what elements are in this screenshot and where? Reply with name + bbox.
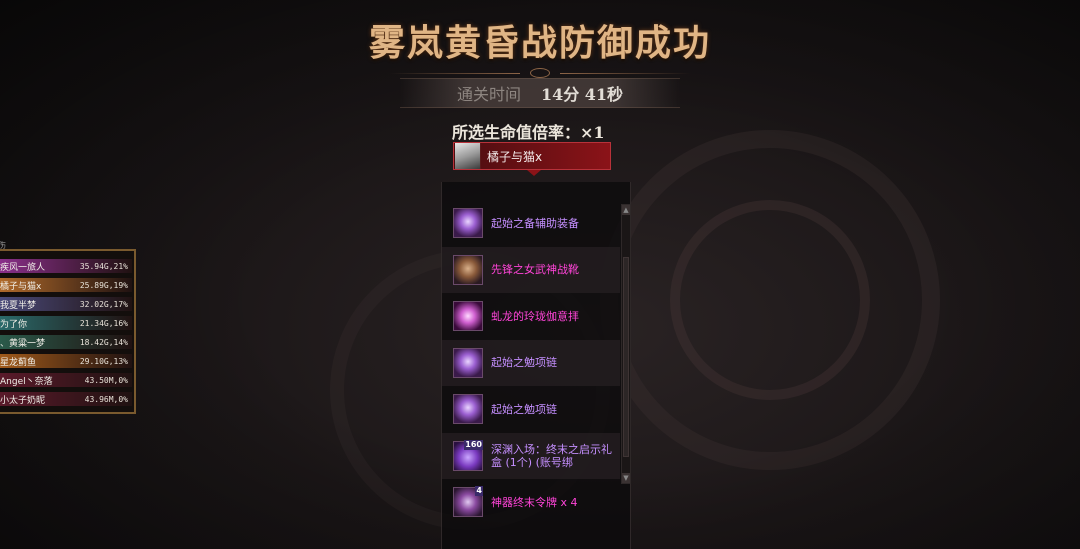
loot-item-name: 起始之勉项链: [491, 356, 557, 370]
loot-list: 起始之备辅助装备 先锋之女武神战靴 虬龙的玲珑伽意拝 起始之勉项链 起始之勉项链…: [442, 200, 620, 526]
loot-item[interactable]: 先锋之女武神战靴: [442, 246, 620, 293]
loot-item[interactable]: 160 深渊入场：终末之启示礼盒 (1个) (账号绑: [442, 432, 620, 479]
damage-player-name: 星龙蓟鱼: [0, 357, 37, 368]
item-count-badge: 4: [475, 486, 483, 497]
damage-row: 疾风一旅人 35.94G,21%: [0, 259, 132, 273]
loot-item-name: 起始之勉项链: [491, 402, 557, 416]
damage-player-name: 、黄粱一梦: [0, 338, 46, 349]
loot-item-name: 虬龙的玲珑伽意拝: [491, 309, 579, 323]
loot-item[interactable]: 起始之勉项链: [442, 339, 620, 386]
loot-item[interactable]: 起始之备辅助装备: [442, 200, 620, 247]
clear-time-value: 14分 41秒: [540, 85, 624, 104]
scroll-down-icon[interactable]: ▼: [622, 473, 630, 483]
orb-icon: [453, 208, 483, 239]
loot-item-name: 深渊入场：终末之启示礼盒 (1个) (账号绑: [491, 442, 612, 469]
loot-item[interactable]: 起始之勉项链: [442, 386, 620, 433]
loot-item-name: 神器终末令牌 x 4: [491, 495, 578, 509]
damage-value: 43.50M,0%: [84, 375, 128, 385]
damage-row: 星龙蓟鱼 29.10G,13%: [0, 354, 132, 368]
damage-row: 小太子奶昵 43.96M,0%: [0, 392, 132, 406]
player-tag[interactable]: 橘子与猫x: [453, 142, 611, 170]
damage-row: 为了你 21.34G,16%: [0, 316, 132, 330]
damage-value: 29.10G,13%: [79, 356, 128, 366]
loot-item-name: 起始之备辅助装备: [491, 216, 579, 230]
damage-row: 我夏半梦 32.02G,17%: [0, 297, 132, 311]
damage-player-name: 橘子与猫x: [0, 281, 42, 292]
loot-item-name: 先锋之女武神战靴: [491, 263, 579, 277]
player-name: 橘子与猫x: [487, 149, 543, 164]
life-rate-label: 所选生命值倍率：×1: [452, 123, 605, 142]
damage-value: 25.89G,19%: [79, 280, 128, 290]
damage-player-name: Angel丶奈落: [0, 376, 53, 387]
gift-box-icon: 160: [453, 439, 483, 471]
loot-panel: 起始之备辅助装备 先锋之女武神战靴 虬龙的玲珑伽意拝 起始之勉项链 起始之勉项链…: [441, 182, 631, 549]
scroll-thumb[interactable]: [623, 257, 629, 457]
token-icon: 4: [453, 486, 483, 518]
boots-icon: [453, 254, 483, 285]
damage-value: 43.96M,0%: [84, 394, 128, 404]
loot-scrollbar[interactable]: ▲ ▼: [621, 204, 631, 484]
loot-item[interactable]: 4 神器终末令牌 x 4: [442, 479, 620, 526]
damage-row: 、黄粱一梦 18.42G,14%: [0, 335, 132, 349]
player-avatar: [455, 143, 481, 169]
damage-row: 橘子与猫x 25.89G,19%: [0, 278, 132, 292]
item-count-badge: 160: [464, 439, 483, 450]
player-tag-pointer: [527, 170, 541, 176]
damage-value: 18.42G,14%: [79, 337, 128, 347]
damage-player-name: 疾风一旅人: [0, 262, 46, 273]
necklace-icon: [453, 394, 483, 425]
damage-value: 35.94G,21%: [79, 261, 128, 271]
damage-value: 21.34G,16%: [79, 318, 128, 328]
damage-player-name: 为了你: [0, 319, 28, 330]
scroll-up-icon[interactable]: ▲: [622, 205, 630, 215]
damage-player-name: 我夏半梦: [0, 300, 37, 311]
damage-board: 疾风一旅人 35.94G,21% 橘子与猫x 25.89G,19% 我夏半梦 3…: [0, 249, 136, 414]
result-title: 雾岚黄昏战防御成功: [368, 22, 711, 64]
ring-icon: [453, 301, 483, 332]
loot-item[interactable]: 虬龙的玲珑伽意拝: [442, 293, 620, 340]
damage-row: Angel丶奈落 43.50M,0%: [0, 373, 132, 387]
damage-value: 32.02G,17%: [79, 299, 128, 309]
damage-player-name: 小太子奶昵: [0, 395, 46, 406]
clear-time-bar: 通关时间 14分 41秒: [400, 78, 680, 108]
necklace-icon: [453, 347, 483, 378]
clear-time-label: 通关时间: [456, 85, 521, 104]
